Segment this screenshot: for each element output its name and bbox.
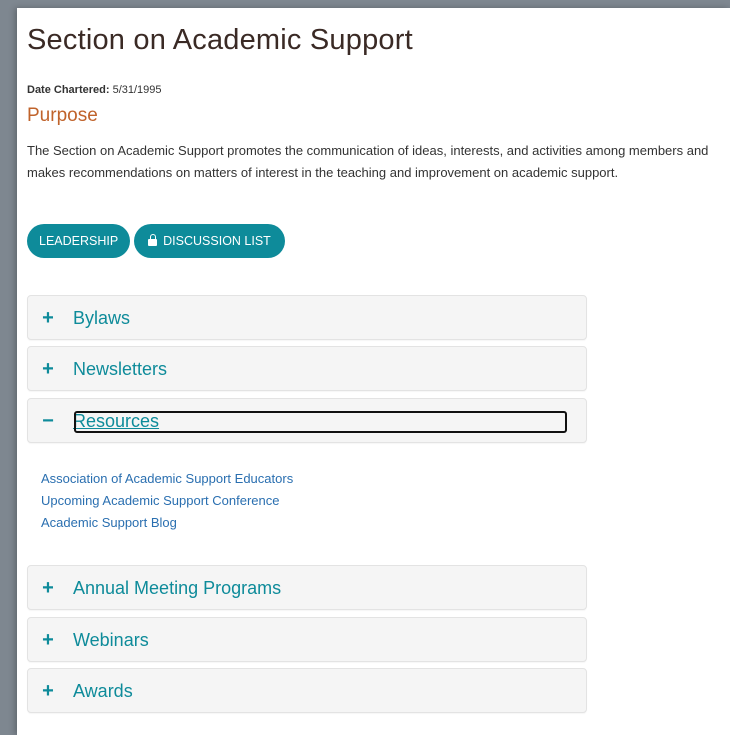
- accordion-newsletters[interactable]: + Newsletters: [27, 346, 587, 391]
- resources-links: Association of Academic Support Educator…: [41, 468, 293, 534]
- accordion-bylaws-title: Bylaws: [73, 308, 131, 328]
- plus-icon: +: [42, 577, 54, 599]
- plus-icon: +: [42, 358, 54, 380]
- resource-link[interactable]: Academic Support Blog: [41, 512, 293, 534]
- lock-icon: [148, 234, 158, 246]
- accordion-annual-meeting-programs-title: Annual Meeting Programs: [73, 578, 282, 598]
- plus-icon: +: [42, 307, 54, 329]
- focus-ring: [74, 411, 567, 433]
- purpose-text: The Section on Academic Support promotes…: [27, 143, 709, 180]
- page-content: Section on Academic Support Date Charter…: [17, 8, 730, 735]
- discussion-list-button-label: DISCUSSION LIST: [163, 234, 271, 248]
- accordion-awards[interactable]: + Awards: [27, 668, 587, 713]
- accordion-webinars-title: Webinars: [73, 630, 149, 650]
- discussion-list-button[interactable]: DISCUSSION LIST: [134, 224, 285, 258]
- date-chartered-label: Date Chartered:: [27, 84, 110, 96]
- date-chartered: Date Chartered: 5/31/1995: [27, 84, 162, 96]
- accordion-resources[interactable]: − Resources: [27, 398, 587, 443]
- accordion-awards-title: Awards: [73, 681, 133, 701]
- accordion-bylaws[interactable]: + Bylaws: [27, 295, 587, 340]
- minus-icon: −: [42, 410, 54, 432]
- accordion-webinars[interactable]: + Webinars: [27, 617, 587, 662]
- accordion-annual-meeting-programs[interactable]: + Annual Meeting Programs: [27, 565, 587, 610]
- date-chartered-value: 5/31/1995: [112, 84, 162, 96]
- leadership-button[interactable]: LEADERSHIP: [27, 224, 130, 258]
- accordion-newsletters-title: Newsletters: [73, 359, 168, 379]
- plus-icon: +: [42, 680, 54, 702]
- leadership-button-label: LEADERSHIP: [39, 234, 119, 248]
- page-title: Section on Academic Support: [27, 24, 413, 56]
- plus-icon: +: [42, 629, 54, 651]
- purpose-heading: Purpose: [27, 105, 98, 126]
- resource-link[interactable]: Upcoming Academic Support Conference: [41, 490, 293, 512]
- resource-link[interactable]: Association of Academic Support Educator…: [41, 468, 293, 490]
